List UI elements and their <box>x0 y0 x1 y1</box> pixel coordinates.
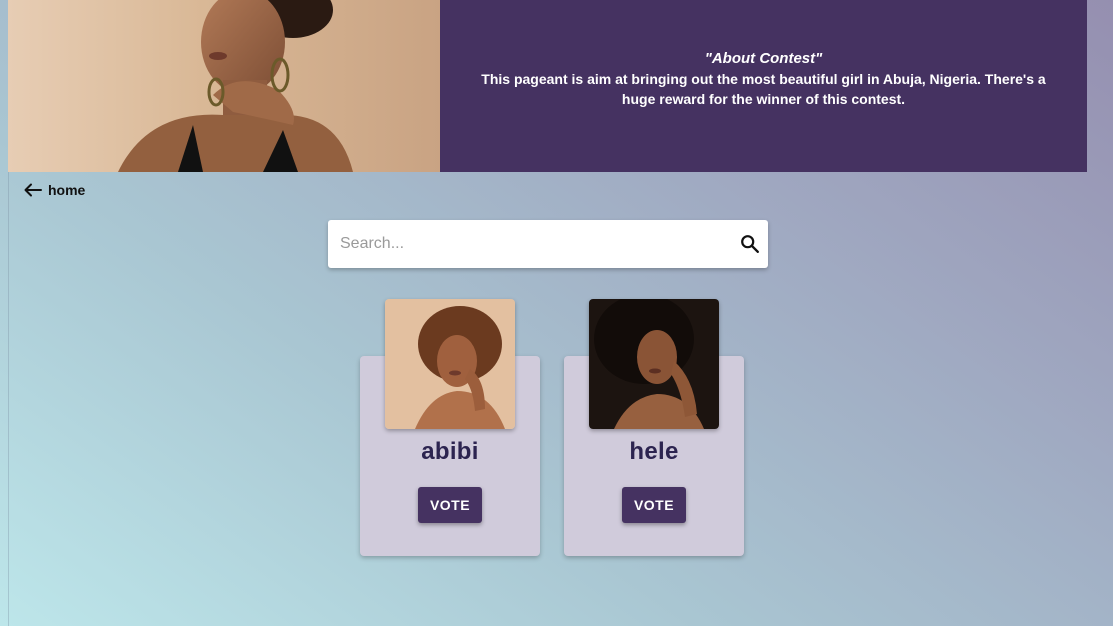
contestant-photo-image <box>589 299 719 429</box>
vote-button[interactable]: VOTE <box>622 487 686 523</box>
arrow-left-icon <box>24 183 42 197</box>
contestant-photo <box>385 299 515 429</box>
search-button[interactable] <box>732 233 768 255</box>
vote-button[interactable]: VOTE <box>418 487 482 523</box>
about-contest-panel: "About Contest" This pageant is aim at b… <box>440 0 1087 172</box>
contestant-photo-image <box>385 299 515 429</box>
search-icon <box>741 235 759 253</box>
about-contest-text: This pageant is aim at bringing out the … <box>481 70 1046 107</box>
contestant-name: abibi <box>421 438 479 465</box>
contestant-card: hele VOTE <box>564 299 744 556</box>
search-input[interactable] <box>328 224 732 264</box>
contestant-name: hele <box>629 438 679 465</box>
banner-model-image <box>118 0 353 172</box>
banner-photo <box>8 0 440 172</box>
home-link[interactable]: home <box>24 182 85 198</box>
contestant-photo <box>589 299 719 429</box>
search-bar <box>328 220 768 268</box>
about-contest-title: "About Contest" <box>704 49 823 67</box>
contest-banner: "About Contest" This pageant is aim at b… <box>8 0 1087 172</box>
contestant-card: abibi VOTE <box>360 299 540 556</box>
home-link-label: home <box>48 182 86 198</box>
